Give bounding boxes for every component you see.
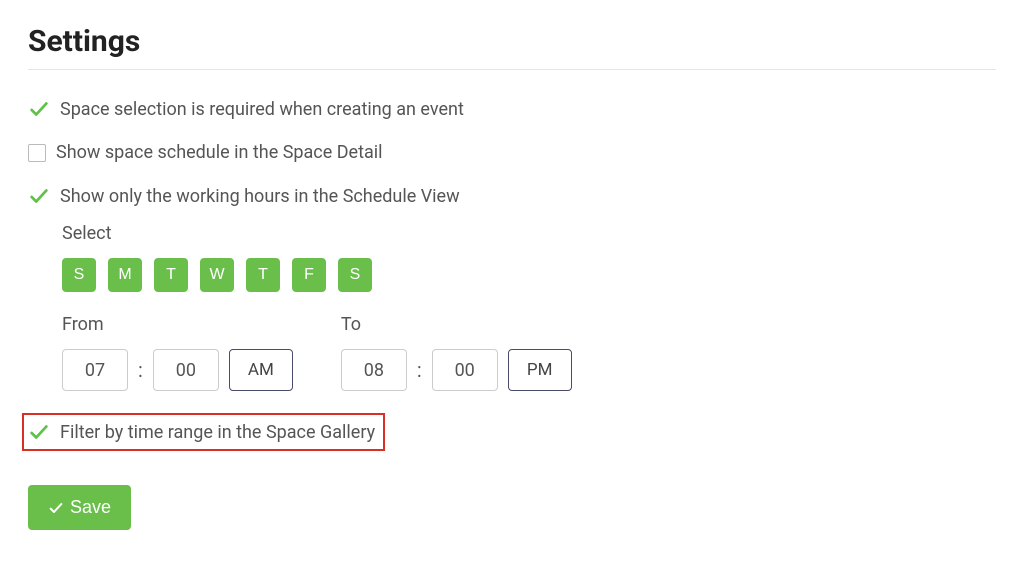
check-icon (28, 185, 50, 207)
from-ampm-button[interactable]: AM (229, 349, 293, 391)
option-show-space-schedule[interactable]: Show space schedule in the Space Detail (28, 142, 996, 163)
colon: : (138, 358, 143, 382)
option-show-working-hours[interactable]: Show only the working hours in the Sched… (28, 185, 996, 207)
to-ampm-button[interactable]: PM (508, 349, 572, 391)
divider (28, 69, 996, 70)
to-group: To : PM (341, 314, 572, 391)
colon: : (417, 358, 422, 382)
day-button-thu[interactable]: T (246, 258, 280, 292)
from-group: From : AM (62, 314, 293, 391)
time-section: From : AM To : PM (62, 314, 996, 391)
to-min-input[interactable] (432, 349, 498, 391)
day-button-sat[interactable]: S (338, 258, 372, 292)
option-label: Show only the working hours in the Sched… (60, 186, 460, 207)
to-label: To (341, 314, 572, 335)
select-label: Select (62, 223, 996, 244)
to-hour-input[interactable] (341, 349, 407, 391)
checkbox-empty-icon (28, 144, 46, 162)
check-icon (48, 500, 64, 516)
option-label: Space selection is required when creatin… (60, 99, 464, 120)
option-space-selection[interactable]: Space selection is required when creatin… (28, 98, 996, 120)
day-row: S M T W T F S (62, 258, 996, 292)
check-icon (28, 98, 50, 120)
save-button-label: Save (70, 497, 111, 518)
from-label: From (62, 314, 293, 335)
page-title: Settings (28, 24, 996, 59)
day-button-sun[interactable]: S (62, 258, 96, 292)
save-button[interactable]: Save (28, 485, 131, 530)
from-min-input[interactable] (153, 349, 219, 391)
day-button-mon[interactable]: M (108, 258, 142, 292)
day-button-tue[interactable]: T (154, 258, 188, 292)
schedule-subsection: Select S M T W T F S From : AM To : PM (62, 223, 996, 391)
to-controls: : PM (341, 349, 572, 391)
from-hour-input[interactable] (62, 349, 128, 391)
check-icon (28, 421, 50, 443)
day-button-wed[interactable]: W (200, 258, 234, 292)
from-controls: : AM (62, 349, 293, 391)
option-filter-time-range[interactable]: Filter by time range in the Space Galler… (22, 413, 385, 451)
option-label: Show space schedule in the Space Detail (56, 142, 383, 163)
day-button-fri[interactable]: F (292, 258, 326, 292)
option-label: Filter by time range in the Space Galler… (60, 422, 375, 443)
